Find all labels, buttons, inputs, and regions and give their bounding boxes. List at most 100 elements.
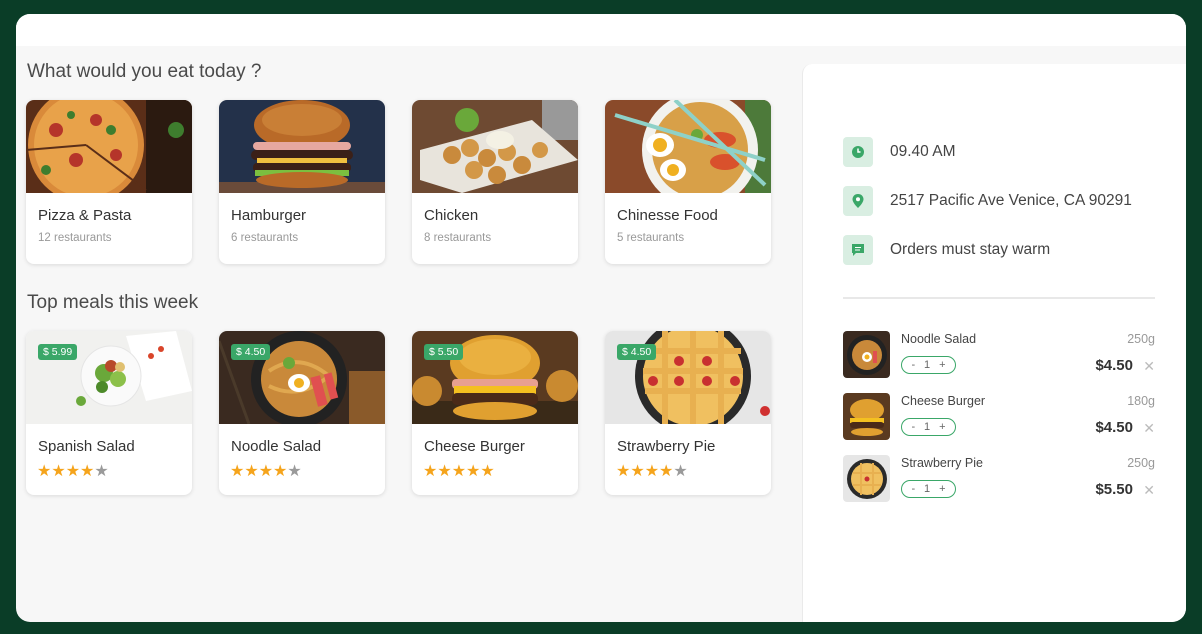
quantity-stepper[interactable]: - 1 + — [901, 356, 956, 374]
quantity-stepper[interactable]: - 1 + — [901, 418, 956, 436]
quantity-value: 1 — [924, 421, 931, 433]
meal-name: Strawberry Pie — [617, 438, 716, 455]
app-frame: What would you eat today ? Pizza & Pasta… — [16, 14, 1186, 622]
star-empty-icon: ★ — [287, 463, 302, 480]
category-count: 6 restaurants — [231, 232, 299, 244]
price-badge: $ 5.99 — [38, 344, 78, 360]
meal-card-noodle-salad[interactable]: $ 4.50 Noodle Salad ★★★★★ — [219, 331, 385, 495]
category-name: Chicken — [424, 207, 479, 224]
category-count: 8 restaurants — [424, 232, 492, 244]
cheese-burger-image: $ 5.50 — [412, 331, 578, 424]
decrease-button[interactable]: - — [911, 359, 915, 371]
star-filled-icon: ★ — [230, 463, 245, 480]
price-badge: $ 4.50 — [617, 344, 657, 360]
category-name: Hamburger — [231, 207, 307, 224]
order-sidebar: 09.40 AM 2517 Pacific Ave Venice, CA 902… — [802, 64, 1186, 622]
message-icon — [843, 235, 873, 265]
order-thumbnail — [843, 455, 890, 502]
rating-stars: ★★★★★ — [616, 461, 688, 481]
star-filled-icon: ★ — [65, 463, 81, 480]
spanish-salad-image: $ 5.99 — [26, 331, 192, 424]
noodle-salad-image: $ 4.50 — [219, 331, 385, 424]
star-filled-icon: ★ — [616, 463, 631, 480]
categories-title: What would you eat today ? — [27, 61, 262, 82]
order-name: Cheese Burger — [901, 394, 986, 408]
delivery-note: Orders must stay warm — [843, 235, 1050, 265]
meal-name: Spanish Salad — [38, 438, 135, 455]
location-pin-icon — [843, 186, 873, 216]
order-weight: 180g — [1127, 394, 1155, 408]
increase-button[interactable]: + — [939, 483, 945, 495]
top-meals-title: Top meals this week — [27, 292, 199, 313]
star-filled-icon: ★ — [244, 463, 259, 480]
category-card-chinese[interactable]: Chinesse Food 5 restaurants — [605, 100, 771, 264]
star-empty-icon: ★ — [94, 463, 109, 480]
close-icon[interactable]: ✕ — [1143, 420, 1155, 437]
category-count: 5 restaurants — [617, 232, 685, 244]
price-badge: $ 5.50 — [424, 344, 464, 360]
order-name: Noodle Salad — [901, 332, 977, 346]
increase-button[interactable]: + — [939, 421, 945, 433]
order-name: Strawberry Pie — [901, 456, 983, 470]
meal-list: $ 5.99 Spanish Salad ★★★★★ $ 4.50 Noodle… — [26, 331, 771, 495]
meal-name: Cheese Burger — [424, 438, 525, 455]
meal-card-strawberry-pie[interactable]: $ 4.50 Strawberry Pie ★★★★★ — [605, 331, 771, 495]
star-filled-icon: ★ — [659, 463, 674, 480]
quantity-stepper[interactable]: - 1 + — [901, 480, 956, 498]
order-item: Noodle Salad 250g - 1 + $4.50 ✕ — [843, 331, 1155, 379]
meal-card-spanish-salad[interactable]: $ 5.99 Spanish Salad ★★★★★ — [26, 331, 192, 495]
star-filled-icon: ★ — [437, 463, 452, 480]
category-card-chicken[interactable]: Chicken 8 restaurants — [412, 100, 578, 264]
delivery-time: 09.40 AM — [843, 137, 956, 167]
price-badge: $ 4.50 — [231, 344, 271, 360]
main-content: What would you eat today ? Pizza & Pasta… — [16, 46, 802, 622]
strawberry-pie-image: $ 4.50 — [605, 331, 771, 424]
hamburger-image — [219, 100, 385, 193]
order-weight: 250g — [1127, 332, 1155, 346]
category-list: Pizza & Pasta 12 restaurants Hamburger 6… — [26, 100, 771, 264]
chicken-image — [412, 100, 578, 193]
pizza-image — [26, 100, 192, 193]
close-icon[interactable]: ✕ — [1143, 358, 1155, 375]
category-name: Chinesse Food — [617, 207, 718, 224]
order-price: $4.50 — [1095, 419, 1133, 436]
delivery-address-text: 2517 Pacific Ave Venice, CA 90291 — [890, 192, 1132, 209]
star-filled-icon: ★ — [466, 463, 481, 480]
decrease-button[interactable]: - — [911, 421, 915, 433]
star-filled-icon: ★ — [423, 463, 438, 480]
star-filled-icon: ★ — [80, 463, 95, 480]
meal-card-cheese-burger[interactable]: $ 5.50 Cheese Burger ★★★★★ — [412, 331, 578, 495]
close-icon[interactable]: ✕ — [1143, 482, 1155, 499]
rating-stars: ★★★★★ — [230, 461, 302, 481]
star-filled-icon: ★ — [258, 463, 274, 480]
category-count: 12 restaurants — [38, 232, 112, 244]
top-bar — [16, 14, 1186, 46]
increase-button[interactable]: + — [939, 359, 945, 371]
category-card-pizza[interactable]: Pizza & Pasta 12 restaurants — [26, 100, 192, 264]
star-filled-icon: ★ — [51, 463, 66, 480]
star-empty-icon: ★ — [673, 463, 688, 480]
delivery-time-text: 09.40 AM — [890, 143, 956, 160]
order-item: Strawberry Pie 250g - 1 + $5.50 ✕ — [843, 455, 1155, 503]
category-card-hamburger[interactable]: Hamburger 6 restaurants — [219, 100, 385, 264]
order-price: $5.50 — [1095, 481, 1133, 498]
divider — [843, 297, 1155, 299]
delivery-address: 2517 Pacific Ave Venice, CA 90291 — [843, 186, 1132, 216]
order-thumbnail — [843, 331, 890, 378]
order-weight: 250g — [1127, 456, 1155, 470]
quantity-value: 1 — [924, 483, 931, 495]
order-item: Cheese Burger 180g - 1 + $4.50 ✕ — [843, 393, 1155, 441]
chinese-food-image — [605, 100, 771, 193]
order-thumbnail — [843, 393, 890, 440]
category-name: Pizza & Pasta — [38, 207, 132, 224]
decrease-button[interactable]: - — [911, 483, 915, 495]
star-filled-icon: ★ — [451, 463, 467, 480]
quantity-value: 1 — [924, 359, 931, 371]
star-filled-icon: ★ — [37, 463, 52, 480]
rating-stars: ★★★★★ — [37, 461, 109, 481]
order-price: $4.50 — [1095, 357, 1133, 374]
rating-stars: ★★★★★ — [423, 461, 495, 481]
star-filled-icon: ★ — [630, 463, 645, 480]
star-filled-icon: ★ — [480, 463, 495, 480]
delivery-note-text: Orders must stay warm — [890, 241, 1051, 258]
